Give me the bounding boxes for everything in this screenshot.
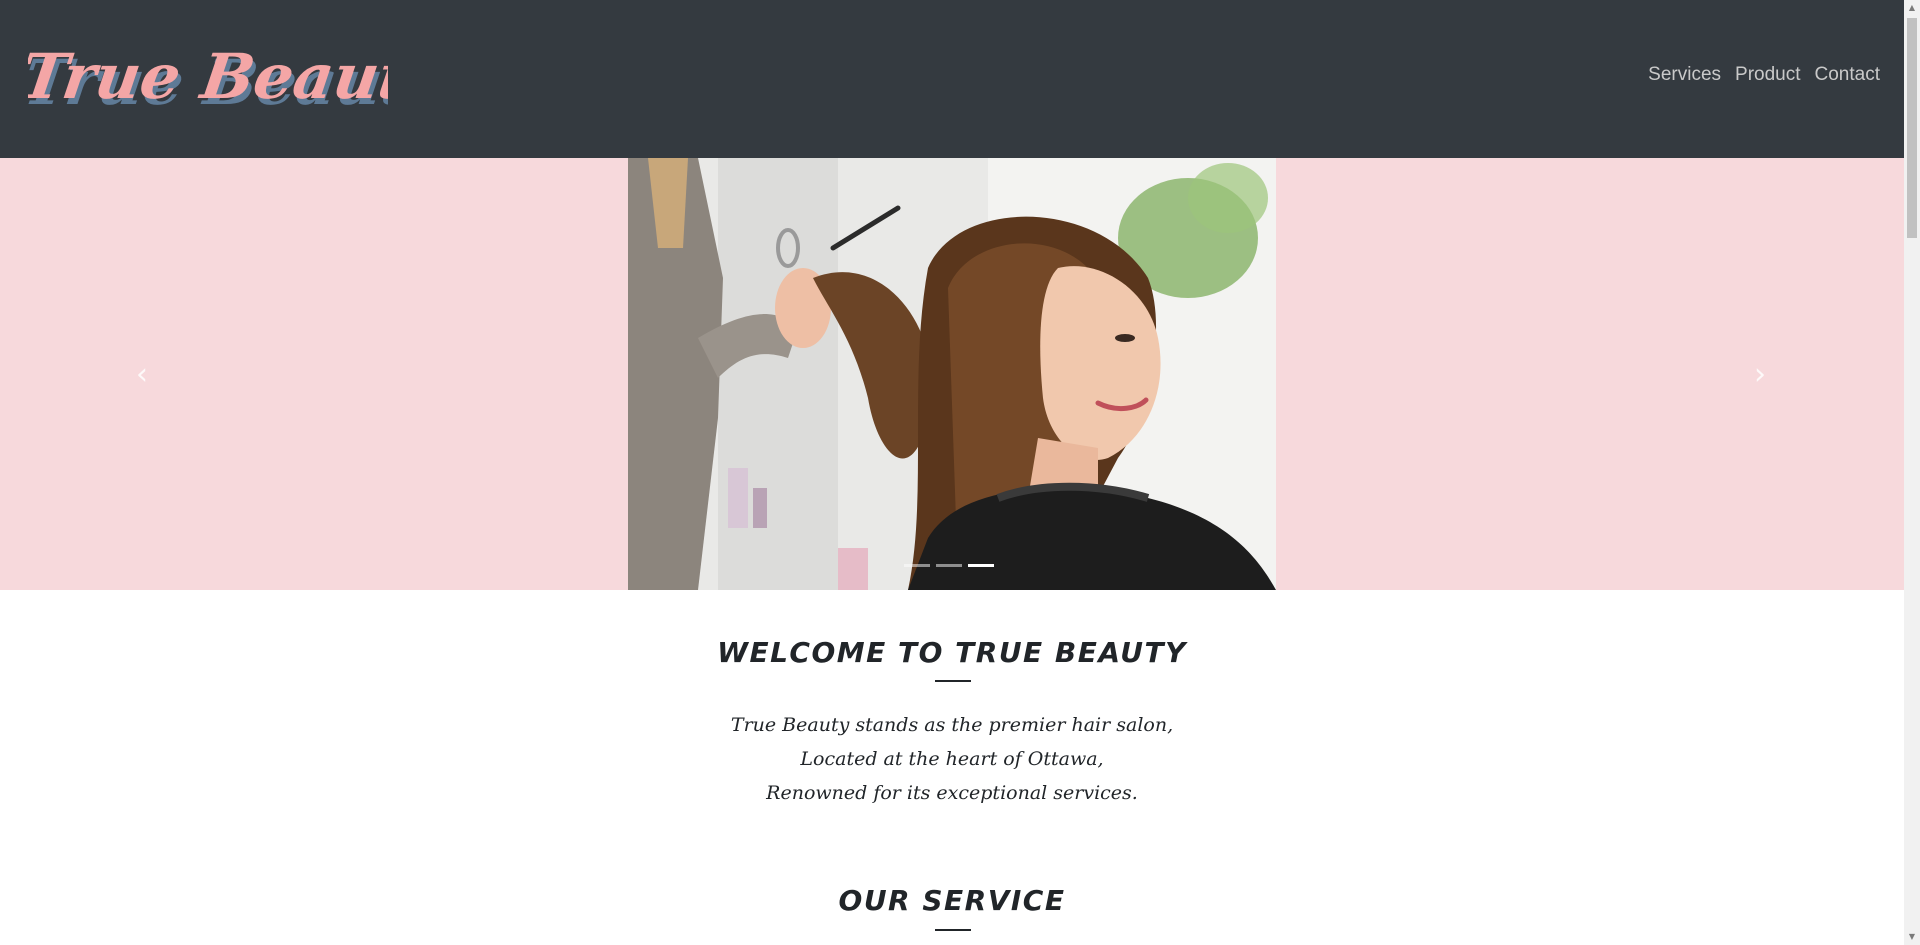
page-scrollbar[interactable]: ▲ ▼ (1904, 0, 1920, 945)
service-divider (935, 929, 971, 931)
page: True Beauty True Beauty Services Product… (0, 0, 1904, 945)
scroll-down-icon[interactable]: ▼ (1904, 929, 1920, 945)
scroll-up-icon[interactable]: ▲ (1904, 0, 1920, 16)
welcome-line: Located at the heart of Ottawa, (800, 748, 1104, 770)
welcome-line: Renowned for its exceptional services. (766, 782, 1138, 804)
carousel-indicator-3[interactable] (968, 564, 994, 567)
welcome-divider (935, 680, 971, 682)
carousel-next-icon[interactable]: › (1740, 354, 1780, 394)
welcome-line: True Beauty stands as the premier hair s… (730, 714, 1174, 736)
carousel-indicators (904, 564, 994, 567)
carousel-slide-image (628, 158, 1276, 590)
navbar: True Beauty True Beauty Services Product… (0, 0, 1904, 158)
service-heading: OUR SERVICE (838, 884, 1066, 917)
carousel-prev-icon[interactable]: ‹ (122, 354, 162, 394)
nav-link-contact[interactable]: Contact (1815, 64, 1880, 86)
carousel-indicator-1[interactable] (904, 564, 930, 567)
logo-text: True Beauty (28, 40, 388, 113)
carousel-indicator-2[interactable] (936, 564, 962, 567)
nav-link-services[interactable]: Services (1648, 64, 1721, 86)
scroll-thumb[interactable] (1907, 18, 1917, 238)
brand-logo[interactable]: True Beauty True Beauty (28, 30, 388, 130)
welcome-heading: WELCOME TO TRUE BEAUTY (717, 636, 1187, 669)
main-nav: Services Product Contact (1648, 64, 1880, 86)
welcome-description: True Beauty stands as the premier hair s… (0, 708, 1904, 810)
hero-carousel: ‹ › (0, 158, 1904, 590)
nav-link-product[interactable]: Product (1735, 64, 1800, 86)
